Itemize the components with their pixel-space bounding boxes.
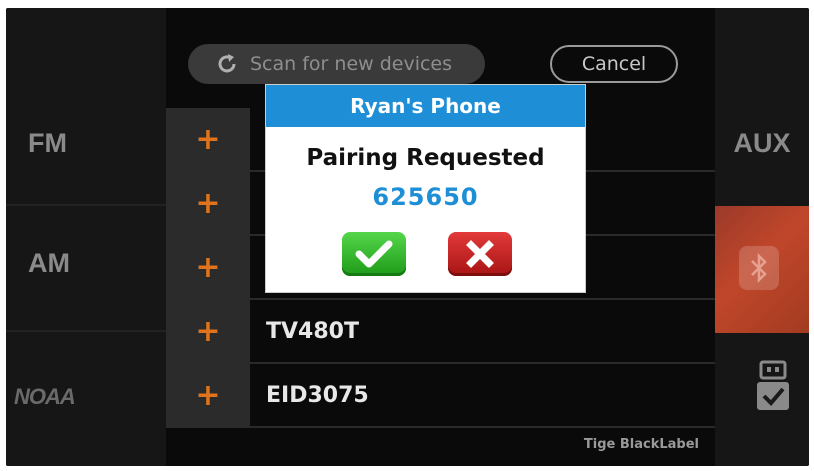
close-icon <box>466 240 494 268</box>
refresh-icon <box>218 54 236 73</box>
dialog-title: Ryan's Phone <box>266 85 585 127</box>
device-row[interactable]: + TV480T <box>166 300 715 364</box>
add-device-icon[interactable]: + <box>166 300 250 362</box>
source-usb-button[interactable] <box>753 358 793 418</box>
cancel-label: Cancel <box>581 53 647 75</box>
brand-label: Tige BlackLabel <box>583 437 699 452</box>
scan-devices-label: Scan for new devices <box>250 53 453 75</box>
usb-icon <box>757 360 789 410</box>
pairing-dialog: Ryan's Phone Pairing Requested 625650 <box>265 84 586 293</box>
pairing-message: Pairing Requested <box>306 145 545 171</box>
reject-pairing-button[interactable] <box>448 232 512 276</box>
device-name: TV480T <box>266 318 359 344</box>
divider <box>6 330 166 332</box>
checkmark-icon <box>355 240 393 268</box>
add-device-icon[interactable]: + <box>166 236 250 298</box>
source-am-label: AM <box>28 247 70 278</box>
cancel-button[interactable]: Cancel <box>550 45 678 83</box>
device-row[interactable]: + EID3075 <box>166 364 715 428</box>
add-device-icon[interactable]: + <box>166 172 250 234</box>
source-fm-label: FM <box>28 127 67 158</box>
add-device-icon[interactable]: + <box>166 364 250 426</box>
scan-devices-button[interactable]: Scan for new devices <box>188 44 485 84</box>
left-source-panel: FM AM NOAA <box>6 8 167 466</box>
add-device-icon[interactable]: + <box>166 108 250 170</box>
device-name: EID3075 <box>266 382 369 408</box>
pairing-code: 625650 <box>372 183 479 211</box>
bluetooth-icon <box>739 246 779 290</box>
source-noaa-button[interactable]: NOAA <box>14 384 76 410</box>
source-bluetooth-button[interactable] <box>715 206 809 333</box>
accept-pairing-button[interactable] <box>342 232 406 276</box>
source-aux-button[interactable]: AUX <box>715 88 809 198</box>
source-noaa-label: NOAA <box>14 384 76 409</box>
divider <box>6 204 166 206</box>
source-fm-button[interactable]: FM <box>6 88 166 198</box>
source-am-button[interactable]: AM <box>6 208 166 318</box>
source-aux-label: AUX <box>733 127 791 158</box>
